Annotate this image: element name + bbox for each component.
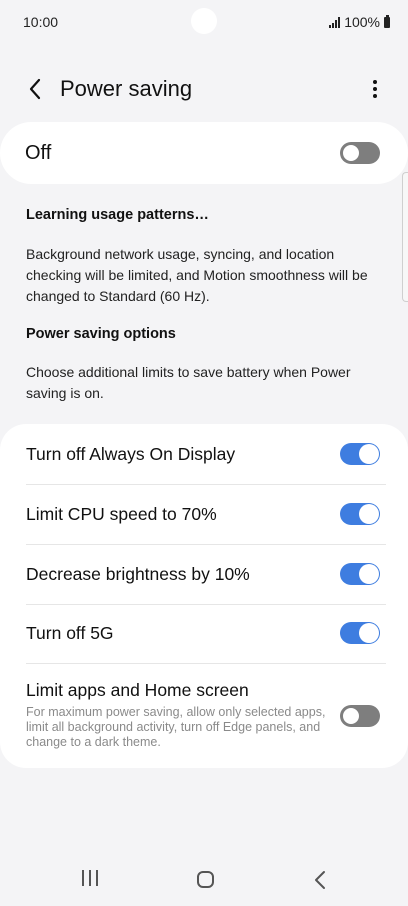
status-time: 10:00 [23,14,59,30]
master-switch-label: Off [25,142,52,164]
toggle-knob [341,143,361,163]
options-description: Choose additional limits to save battery… [26,364,351,401]
toggle-knob [341,706,361,726]
brightness-toggle[interactable] [340,563,380,585]
battery-icon [384,14,390,28]
master-toggle[interactable] [340,142,380,164]
option-label: Limit apps and Home screen [26,680,249,700]
option-limit-cpu[interactable]: Limit CPU speed to 70% [0,484,408,544]
battery-percentage: 100% [344,14,380,30]
master-switch-card[interactable]: Off [0,122,408,184]
aod-toggle[interactable] [340,443,380,465]
more-vert-icon [373,80,377,98]
signal-icon [329,16,341,28]
5g-toggle[interactable] [340,622,380,644]
cpu-toggle[interactable] [340,503,380,525]
back-icon[interactable] [314,870,326,895]
home-icon[interactable] [197,871,214,888]
toggle-knob [359,564,379,584]
options-heading: Power saving options [26,326,176,342]
option-label: Turn off Always On Display [26,444,236,464]
more-options-button[interactable] [362,74,388,104]
back-button[interactable] [20,74,50,104]
learning-heading: Learning usage patterns… [26,207,209,223]
app-bar: Power saving [0,64,408,114]
option-subtitle: For maximum power saving, allow only sel… [26,705,326,749]
toggle-knob [359,623,379,643]
option-turn-off-5g[interactable]: Turn off 5G [0,604,408,663]
scroll-indicator[interactable] [402,172,408,302]
camera-cutout [191,8,217,34]
power-saving-options-list: Turn off Always On Display Limit CPU spe… [0,424,408,768]
toggle-knob [359,504,379,524]
option-turn-off-aod[interactable]: Turn off Always On Display [0,424,408,484]
option-label: Decrease brightness by 10% [26,564,250,584]
option-label: Turn off 5G [26,623,114,643]
status-indicators: 100% [329,14,390,30]
option-decrease-brightness[interactable]: Decrease brightness by 10% [0,544,408,604]
learning-description: Background network usage, syncing, and l… [26,246,368,304]
recents-icon[interactable] [82,870,98,886]
toggle-knob [359,444,379,464]
chevron-left-icon [29,78,41,100]
option-label: Limit CPU speed to 70% [26,504,217,524]
limit-apps-toggle[interactable] [340,705,380,727]
status-bar: 10:00 100% [0,0,408,44]
navigation-bar [0,860,408,906]
page-title: Power saving [60,76,193,101]
option-limit-apps[interactable]: Limit apps and Home screen For maximum p… [0,663,408,763]
